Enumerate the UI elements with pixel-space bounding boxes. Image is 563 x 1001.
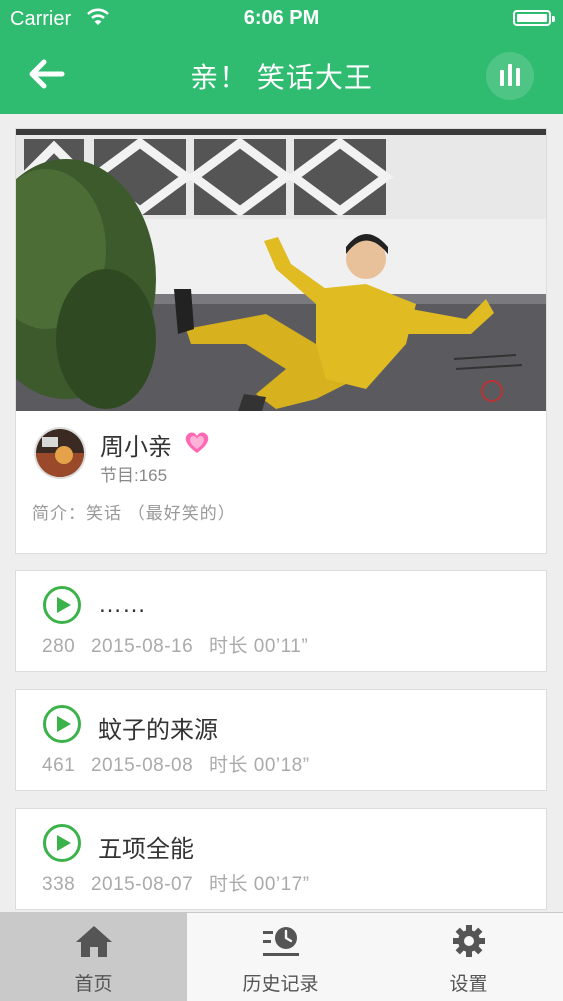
play-count: 461	[42, 755, 76, 776]
battery-icon	[513, 10, 555, 26]
history-icon	[262, 927, 299, 956]
episode-meta: 280 2015-08-16 时长 00’11”	[42, 631, 318, 658]
tab-label: 设置	[449, 974, 488, 995]
list-item[interactable]: 五项全能 338 2015-08-07 时长 00’17”	[15, 808, 547, 910]
play-icon[interactable]	[42, 704, 82, 744]
episode-duration: 时长 00’17”	[208, 874, 310, 895]
status-time: 6:06 PM	[243, 7, 320, 29]
episode-title: 五项全能	[98, 836, 194, 863]
profile-name: 周小亲	[100, 434, 172, 461]
avatar[interactable]	[34, 427, 86, 479]
tab-label: 历史记录	[242, 974, 319, 995]
play-icon[interactable]	[42, 823, 82, 863]
list-item[interactable]: …… 280 2015-08-16 时长 00’11”	[15, 570, 547, 672]
episode-date: 2015-08-07	[90, 874, 194, 895]
play-icon[interactable]	[42, 585, 82, 625]
episode-title: 蚊子的来源	[98, 717, 218, 744]
home-icon	[75, 926, 112, 957]
tab-settings[interactable]: 设置	[374, 913, 563, 1001]
album-header-card: 周小亲 节目:165 简介：笑话 （最好笑的）	[15, 128, 547, 554]
episode-title: ……	[98, 591, 146, 618]
tab-bar: 首页 历史记录 设置	[0, 912, 563, 1001]
sound-bars-icon[interactable]	[486, 52, 534, 100]
gear-icon	[452, 925, 485, 957]
episode-meta: 461 2015-08-08 时长 00’18”	[42, 750, 320, 777]
tab-home[interactable]: 首页	[0, 913, 187, 1001]
heart-icon	[185, 432, 209, 453]
program-count: 节目:165	[100, 466, 168, 485]
status-bar: Carrier 6:06 PM	[0, 0, 563, 38]
top-bar: Carrier 6:06 PM 亲！ 笑话大王	[0, 0, 563, 114]
episode-date: 2015-08-08	[90, 755, 194, 776]
cover-image	[16, 129, 546, 411]
tab-label: 首页	[74, 974, 113, 995]
play-count: 338	[42, 874, 76, 895]
episode-date: 2015-08-16	[90, 636, 194, 657]
profile-intro: 简介：笑话 （最好笑的）	[32, 504, 236, 523]
episode-duration: 时长 00’11”	[208, 636, 309, 657]
tab-history[interactable]: 历史记录	[187, 913, 374, 1001]
list-item[interactable]: 蚊子的来源 461 2015-08-08 时长 00’18”	[15, 689, 547, 791]
episode-meta: 338 2015-08-07 时长 00’17”	[42, 869, 320, 896]
play-count: 280	[42, 636, 76, 657]
page-title: 亲！ 笑话大王	[190, 62, 373, 93]
episode-duration: 时长 00’18”	[208, 755, 310, 776]
